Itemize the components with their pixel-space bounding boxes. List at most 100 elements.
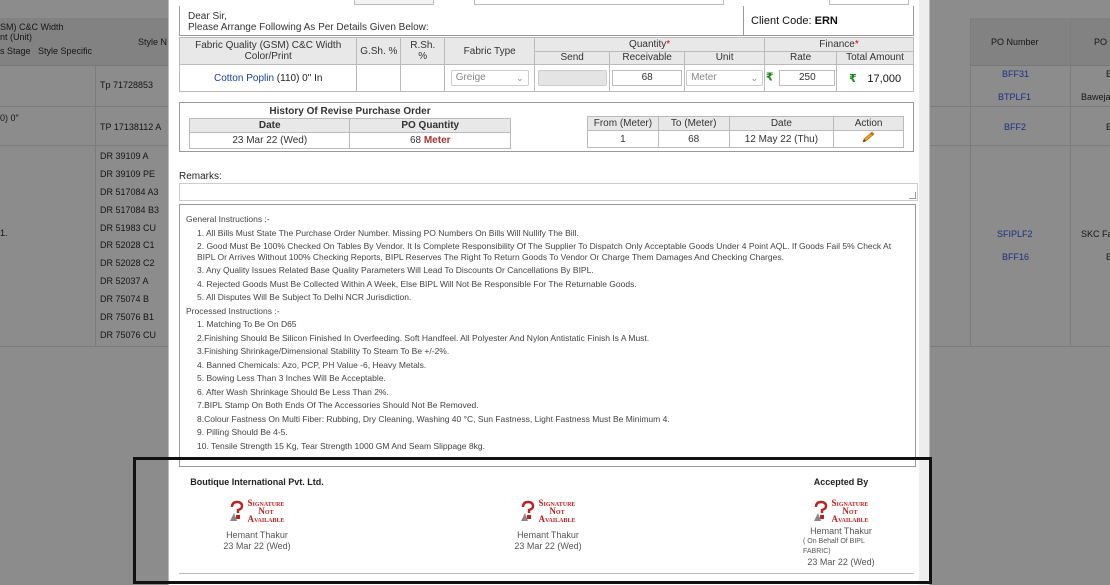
sign-date: 23 Mar 22 (Wed) xyxy=(514,541,582,551)
bg-header-text: SM) C&C Width xyxy=(0,22,64,32)
receivable-input[interactable]: 68 xyxy=(612,70,683,86)
bg-style-cell: DR 51983 CU xyxy=(100,223,157,233)
accepted-by-label: Accepted By xyxy=(813,477,869,487)
instruction-item: 8.Colour Fastness On Multi Fiber: Rubbin… xyxy=(197,413,670,424)
instruction-item: 10. Tensile Strength 15 Kg, Tear Strengt… xyxy=(197,440,485,451)
history-title: History Of Revise Purchase Order xyxy=(269,106,431,117)
bg-style-cell: DR 75076 B1 xyxy=(100,312,155,322)
bg-cell: Baweja xyxy=(1081,92,1110,102)
processed-instructions-title: Processed Instructions :- xyxy=(186,305,280,316)
bg-cell: E xyxy=(1106,69,1110,79)
rsh-cell xyxy=(400,64,446,92)
signature-company: Boutique International Pvt. Ltd. Signatu… xyxy=(187,477,327,552)
fabric-type-select[interactable]: Greige ⌄ xyxy=(450,70,529,86)
instruction-item: 3.Finishing Shrinkage/Dimensional Stabil… xyxy=(197,346,450,356)
instruction-item: 9. Pilling Should Be 4-5. xyxy=(197,427,288,437)
send-input[interactable] xyxy=(537,70,607,86)
po-number-link[interactable]: BFF2 xyxy=(1004,122,1026,132)
bg-style-cell: DR 39109 A xyxy=(100,151,149,161)
signer-name: Hemant Thakur xyxy=(517,530,579,540)
bg-style-cell: DR 52037 A xyxy=(100,276,149,286)
bg-style-cell: TP 17138112 A xyxy=(100,122,162,132)
top-field-edge xyxy=(354,0,434,5)
col-unit: Unit xyxy=(684,50,766,65)
instruction-item: 2. Good Must Be 100% Checked On Tables B… xyxy=(197,241,892,262)
signer-name: Hemant Thakur xyxy=(226,530,288,540)
remarks-label: Remarks: xyxy=(179,171,222,182)
range-table: From (Meter) To (Meter) Date Action 1 68… xyxy=(587,116,904,148)
signature-image: Signature Not Available xyxy=(813,499,869,524)
rate-input[interactable]: 250 xyxy=(779,70,836,86)
company-name: Boutique International Pvt. Ltd. xyxy=(190,477,324,487)
unit-select[interactable]: Meter ⌄ xyxy=(686,70,764,86)
bg-style-cell: Tp 71728853 xyxy=(100,80,154,90)
col-rate: Rate xyxy=(764,50,838,65)
bg-style-cell: DR 52028 C1 xyxy=(100,240,155,250)
fabric-type-cell: Greige ⌄ xyxy=(444,64,536,92)
col-date: Date xyxy=(188,118,351,133)
table-row: Cotton Poplin (110) 0" In Greige ⌄ 68 Met… xyxy=(178,64,914,92)
rate-cell: ₹ 250 xyxy=(764,64,838,92)
bg-cell: 0) 0" xyxy=(0,113,19,123)
edit-pencil-icon[interactable] xyxy=(861,131,876,144)
bg-cell: 1. xyxy=(0,228,8,238)
col-total-amount: Total Amount xyxy=(836,50,914,65)
rupee-icon: ₹ xyxy=(848,72,857,85)
bg-style-cell: DR 75076 CU xyxy=(100,330,157,340)
instruction-item: 4. Banned Chemicals: Azo, PCP, PH Value … xyxy=(197,359,427,370)
col-gsh: G.Sh. % xyxy=(356,37,402,65)
client-code-value: ERN xyxy=(814,15,838,27)
gsh-cell xyxy=(356,64,402,92)
client-code: Client Code: ERN xyxy=(751,15,838,27)
instruction-text: Please Arrange Following As Per Details … xyxy=(188,22,429,33)
instructions-box: General Instructions :- 1. All Bills Mus… xyxy=(179,204,916,467)
col-action: Action xyxy=(833,116,904,131)
background-left-panel: SM) C&C Width nt (Unit) s Stage Style Sp… xyxy=(0,0,168,585)
chevron-down-icon: ⌄ xyxy=(750,73,759,83)
bg-style-cell: DR 52028 C2 xyxy=(100,258,155,268)
col-rsh: R.Sh. % xyxy=(400,37,446,65)
greeting-text: Dear Sir, xyxy=(188,11,227,22)
fabric-link[interactable]: Cotton Poplin xyxy=(214,73,274,84)
instruction-item: 3. Any Quality Issues Related Base Quali… xyxy=(197,265,594,275)
item-table: Fabric Quality (GSM) C&C Width Color/Pri… xyxy=(178,37,914,92)
top-field-edge xyxy=(829,0,909,5)
col-fabric-quality: Fabric Quality (GSM) C&C Width Color/Pri… xyxy=(178,37,358,65)
po-number-link[interactable]: BFF31 xyxy=(1002,69,1029,79)
modal-scrollbar[interactable] xyxy=(919,0,929,585)
bg-style-cell: DR 517084 A3 xyxy=(100,187,159,197)
history-section: History Of Revise Purchase Order Date PO… xyxy=(179,102,914,152)
remarks-textarea[interactable] xyxy=(179,183,918,201)
signature-accepted: Accepted By Signature Not Available Hemant… xyxy=(781,477,901,568)
po-number-link[interactable]: SFIPLF2 xyxy=(997,229,1033,239)
bg-header-text: Style Specific xyxy=(38,46,93,56)
bg-style-cell: DR 75074 B xyxy=(100,294,150,304)
col-quantity: Quantity* xyxy=(534,37,766,52)
range-to: 68 xyxy=(657,130,730,148)
bg-header-text: s Stage xyxy=(0,46,31,56)
history-date: 23 Mar 22 (Wed) xyxy=(188,132,351,149)
signature-unavailable-icon xyxy=(230,500,244,521)
fabric-spec: (110) 0" In xyxy=(276,72,323,84)
po-number-link[interactable]: BFF16 xyxy=(1002,252,1029,262)
unit-cell: Meter ⌄ xyxy=(684,64,766,92)
general-instructions-title: General Instructions :- xyxy=(186,214,270,224)
bg-cell: E xyxy=(1106,252,1110,262)
chevron-down-icon: ⌄ xyxy=(516,73,524,83)
col-from: From (Meter) xyxy=(587,116,659,131)
action-cell xyxy=(833,130,904,148)
instruction-item: 5. Bowing Less Than 3 Inches Will Be Acc… xyxy=(197,373,386,383)
instruction-item: 4. Rejected Goods Must Be Collected With… xyxy=(197,278,637,289)
col-receivable: Receivable xyxy=(609,50,686,65)
range-from: 1 xyxy=(587,130,659,148)
signature-image: Signature Not Available xyxy=(229,499,285,524)
po-number-link[interactable]: BTPLF1 xyxy=(998,92,1031,102)
purchase-order-modal: Dear Sir, Please Arrange Following As Pe… xyxy=(168,0,930,585)
resize-handle-icon[interactable] xyxy=(909,192,916,199)
bg-header-text: nt (Unit) xyxy=(0,32,33,42)
instruction-item: 5. All Disputes Will Be Subject To Delhi… xyxy=(197,292,412,302)
col-fabric-type: Fabric Type xyxy=(444,37,536,65)
sign-date: 23 Mar 22 (Wed) xyxy=(807,557,875,567)
client-code-label: Client Code: xyxy=(751,15,812,27)
col-range-date: Date xyxy=(728,116,835,131)
